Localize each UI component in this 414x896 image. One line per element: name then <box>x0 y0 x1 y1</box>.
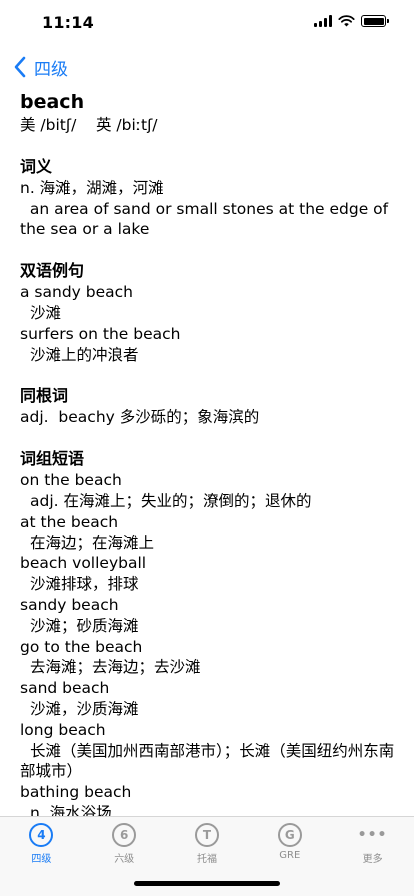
cet6-icon: 6 <box>112 823 137 847</box>
headword: beach <box>20 91 85 113</box>
phrase-en: on the beach <box>20 471 122 490</box>
phrase-item: at the beach 在海边；在海滩上 <box>20 512 396 554</box>
toefl-icon: T <box>194 823 219 847</box>
phrase-zh: 去海滩；去海边；去沙滩 <box>30 658 201 677</box>
signal-icon <box>314 15 332 27</box>
phrase-zh: 沙滩排球，排球 <box>30 575 139 594</box>
status-icons <box>314 15 389 27</box>
definition-pos: n. 海滩，湖滩，河滩 <box>20 178 164 197</box>
battery-icon <box>361 15 389 27</box>
phrase-item: beach volleyball 沙滩排球，排球 <box>20 553 396 595</box>
back-button[interactable]: 四级 <box>10 54 68 80</box>
tab-more[interactable]: ••• 更多 <box>331 817 414 896</box>
phrase-item: sandy beach 沙滩；砂质海滩 <box>20 595 396 637</box>
phrase-en: sand beach <box>20 679 110 698</box>
example-en: surfers on the beach <box>20 324 181 343</box>
phrase-item: sand beach 沙滩，沙质海滩 <box>20 678 396 720</box>
definition-english: an area of sand or small stones at the e… <box>20 199 394 239</box>
phrases-title: 词组短语 <box>20 449 85 469</box>
tab-label: 四级 <box>31 854 52 865</box>
definition-section: 词义 n. 海滩，湖滩，河滩 an area of sand or small … <box>20 156 396 240</box>
wifi-icon <box>338 15 355 27</box>
cet4-icon: 4 <box>29 823 54 847</box>
phrase-item: on the beach adj. 在海滩上；失业的；潦倒的；退休的 <box>20 470 396 512</box>
phonetic: 美 /bitʃ/ 英 /biːtʃ/ <box>20 116 158 134</box>
phrase-en: beach volleyball <box>20 554 147 573</box>
status-time: 11:14 <box>42 13 94 32</box>
nav-bar: 四级 <box>0 48 414 88</box>
phrase-zh: adj. 在海滩上；失业的；潦倒的；退休的 <box>30 491 312 510</box>
phrase-en: long beach <box>20 720 106 739</box>
cognates-section: 同根词 adj. beachy 多沙砾的；象海滨的 <box>20 385 396 428</box>
phrase-zh: 沙滩；砂质海滩 <box>30 616 139 635</box>
examples-section: 双语例句 a sandy beach 沙滩 surfers on the bea… <box>20 260 396 365</box>
phrase-item: long beach 长滩（美国加州西南部港市）；长滩（美国纽约州东南部城市） <box>20 720 396 782</box>
home-indicator <box>134 881 280 886</box>
example-item: surfers on the beach 沙滩上的冲浪者 <box>20 324 396 366</box>
phrase-en: at the beach <box>20 512 119 531</box>
cognate-line: adj. beachy 多沙砾的；象海滨的 <box>20 408 260 427</box>
example-en: a sandy beach <box>20 283 133 302</box>
phrase-item: bathing beach n. 海水浴场 <box>20 782 396 816</box>
status-bar: 11:14 <box>0 0 414 46</box>
phrase-zh: 沙滩，沙质海滩 <box>30 699 139 718</box>
tab-label: GRE <box>279 850 301 861</box>
cognates-title: 同根词 <box>20 386 69 406</box>
entry-content[interactable]: beach 美 /bitʃ/ 英 /biːtʃ/ 词义 n. 海滩，湖滩，河滩 … <box>0 88 414 816</box>
tab-label: 六级 <box>114 854 135 865</box>
phrase-en: bathing beach <box>20 783 132 802</box>
example-zh: 沙滩上的冲浪者 <box>30 345 139 364</box>
chevron-left-icon <box>14 56 26 78</box>
phrase-en: go to the beach <box>20 637 143 656</box>
phrase-en: sandy beach <box>20 595 119 614</box>
tab-label: 托福 <box>196 854 217 865</box>
examples-title: 双语例句 <box>20 261 85 281</box>
phrase-zh: 长滩（美国加州西南部港市）；长滩（美国纽约州东南部城市） <box>20 741 395 781</box>
tab-cet4[interactable]: 4 四级 <box>0 817 83 896</box>
phrase-zh: n. 海水浴场 <box>30 803 112 816</box>
phrase-zh: 在海边；在海滩上 <box>30 533 155 552</box>
more-icon: ••• <box>357 827 388 843</box>
phrases-section: 词组短语 on the beach adj. 在海滩上；失业的；潦倒的；退休的 … <box>20 448 396 816</box>
definition-title: 词义 <box>20 156 53 176</box>
gre-icon: G <box>277 823 302 847</box>
phrase-item: go to the beach 去海滩；去海边；去沙滩 <box>20 637 396 679</box>
back-label: 四级 <box>34 59 68 80</box>
tab-label: 更多 <box>362 854 383 865</box>
example-zh: 沙滩 <box>30 303 62 322</box>
example-item: a sandy beach 沙滩 <box>20 282 396 324</box>
